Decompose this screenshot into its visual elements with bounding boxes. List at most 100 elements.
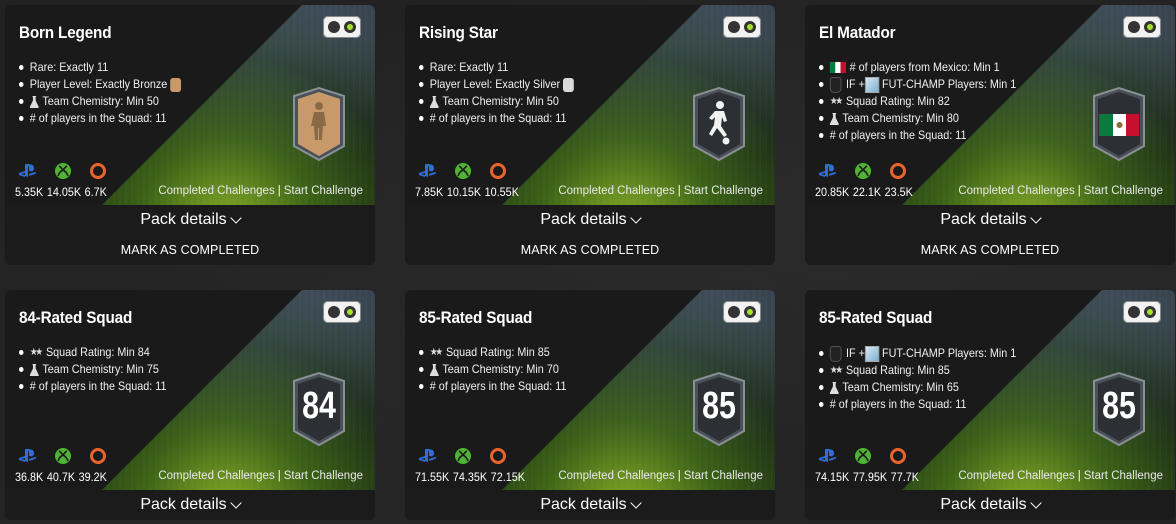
sbc-card-el-matador: El Matador # of players from Mexico: Min… [805,5,1175,265]
requirements-list: IF + FUT-CHAMP Players: Min 1 ★★ Squad Ra… [819,345,1016,413]
chevron-down-icon [229,496,242,509]
platform-icons [19,163,107,179]
mexico-flag-icon [829,62,846,73]
card-title: 84-Rated Squad [19,308,133,327]
completion-toggle[interactable] [1123,301,1161,323]
xbox-icon [454,163,472,179]
origin-icon [889,163,907,179]
flask-icon [29,95,39,108]
platform-icons [419,163,507,179]
challenge-links: Completed Challenges | Start Challenge [158,185,363,197]
completion-toggle[interactable] [723,16,761,38]
platform-counts: 71.55K 74.35K 72.15K [415,470,525,484]
mark-as-completed-button[interactable]: MARK AS COMPLETED [405,235,775,265]
requirement-item: Team Chemistry: Min 50 [419,93,577,110]
card-title: Born Legend [19,23,112,42]
sbc-card-85-rated-squad: 85-Rated Squad ★★ Squad Rating: Min 85 Te… [405,290,775,520]
platform-icons [419,448,507,464]
playstation-icon [819,448,837,464]
playstation-icon [419,448,437,464]
card-title: 85-Rated Squad [419,308,533,327]
pack-details-button[interactable]: Pack details [805,205,1175,235]
requirement-item: Team Chemistry: Min 70 [419,361,567,378]
requirement-item: Team Chemistry: Min 75 [19,361,167,378]
reward-badge [290,86,348,162]
chevron-down-icon [229,211,242,224]
platform-counts: 7.85K 10.15K 10.55K [415,185,519,199]
start-challenge-link[interactable]: Start Challenge [284,470,363,482]
requirements-list: ★★ Squad Rating: Min 85 Team Chemistry: M… [419,344,567,395]
requirement-item: # of players in the Squad: 11 [19,110,184,127]
requirement-item: # of players in the Squad: 11 [419,110,577,127]
challenge-links: Completed Challenges | Start Challenge [558,470,763,482]
completed-challenges-link[interactable]: Completed Challenges [158,185,274,197]
challenge-links: Completed Challenges | Start Challenge [958,185,1163,197]
pack-details-button[interactable]: Pack details [5,490,375,520]
completed-challenges-link[interactable]: Completed Challenges [558,470,674,482]
mark-as-completed-button[interactable]: MARK AS COMPLETED [805,235,1175,265]
platform-counts: 20.85K 22.1K 23.5K [815,185,913,199]
pack-details-button[interactable]: Pack details [805,490,1175,520]
requirement-item: ★★ Squad Rating: Min 84 [19,344,167,361]
flask-icon [429,95,439,108]
completion-toggle[interactable] [1123,16,1161,38]
start-challenge-link[interactable]: Start Challenge [284,185,363,197]
xbox-icon [854,448,872,464]
platform-icons [819,448,907,464]
reward-badge: 85 [1090,371,1148,447]
completed-challenges-link[interactable]: Completed Challenges [158,470,274,482]
completion-toggle[interactable] [323,301,361,323]
platform-icons [819,163,907,179]
start-challenge-link[interactable]: Start Challenge [684,185,763,197]
flask-icon [829,381,839,394]
sbc-card-born-legend: Born Legend Rare: Exactly 11 Player Leve… [5,5,375,265]
silver-card-icon [562,77,574,92]
bronze-card-icon [169,77,181,92]
card-title: 85-Rated Squad [819,308,933,327]
origin-icon [889,448,907,464]
card-title: El Matador [819,23,896,42]
rating-number: 85 [702,385,736,427]
mark-as-completed-button[interactable]: MARK AS COMPLETED [5,235,375,265]
start-challenge-link[interactable]: Start Challenge [1084,185,1163,197]
requirement-item: # of players in the Squad: 11 [819,396,1016,413]
completion-toggle[interactable] [323,16,361,38]
start-challenge-link[interactable]: Start Challenge [1084,470,1163,482]
sbc-card-85-rated-squad-if: 85-Rated Squad IF + FUT-CHAMP Players: M… [805,290,1175,520]
reward-badge [690,86,748,162]
completion-toggle[interactable] [723,301,761,323]
platform-counts: 5.35K 14.05K 6.7K [15,185,107,199]
sbc-card-rising-star: Rising Star Rare: Exactly 11 Player Leve… [405,5,775,265]
xbox-icon [54,163,72,179]
pack-details-button[interactable]: Pack details [405,205,775,235]
reward-badge [1090,86,1148,162]
fut-champ-card-icon [864,345,880,362]
platform-counts: 36.8K 40.7K 39.2K [15,470,107,484]
start-challenge-link[interactable]: Start Challenge [684,470,763,482]
pack-details-button[interactable]: Pack details [405,490,775,520]
card-body: 84-Rated Squad ★★ Squad Rating: Min 84 Te… [5,290,375,490]
chevron-down-icon [629,211,642,224]
completed-challenges-link[interactable]: Completed Challenges [958,470,1074,482]
requirements-list: # of players from Mexico: Min 1 IF + FUT… [819,59,1016,144]
card-body: El Matador # of players from Mexico: Min… [805,5,1175,205]
playstation-icon [19,448,37,464]
requirements-list: ★★ Squad Rating: Min 84 Team Chemistry: M… [19,344,167,395]
requirement-item: Player Level: Exactly Bronze [19,76,184,93]
inform-card-icon [829,345,842,362]
requirement-item: Player Level: Exactly Silver [419,76,577,93]
completed-challenges-link[interactable]: Completed Challenges [558,185,674,197]
flask-icon [29,363,39,376]
rating-number: 85 [1102,385,1136,427]
reward-badge: 85 [690,371,748,447]
chevron-down-icon [1029,211,1042,224]
pack-details-button[interactable]: Pack details [5,205,375,235]
xbox-icon [454,448,472,464]
requirement-item: Rare: Exactly 11 [419,59,577,76]
card-title: Rising Star [419,23,498,42]
reward-badge: 84 [290,371,348,447]
stars-icon: ★★ [829,96,843,107]
origin-icon [489,448,507,464]
completed-challenges-link[interactable]: Completed Challenges [958,185,1074,197]
origin-icon [489,163,507,179]
